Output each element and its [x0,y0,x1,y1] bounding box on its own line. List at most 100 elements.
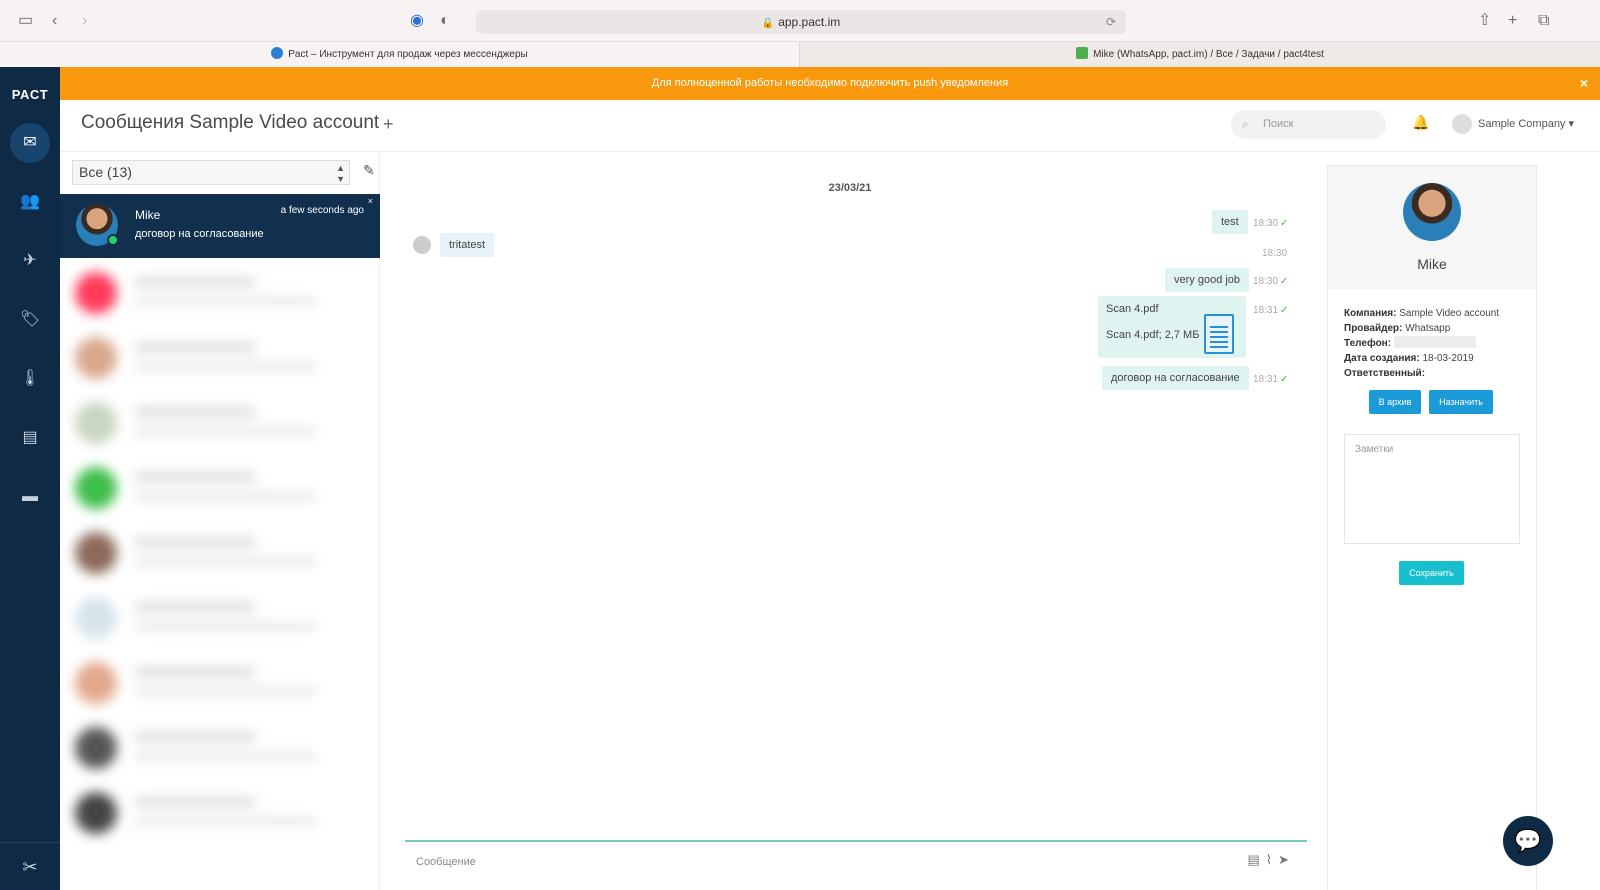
list-item[interactable] [60,325,374,390]
blurred-name [135,473,255,481]
blurred-name [135,343,255,351]
list-item[interactable] [60,390,374,455]
notes-placeholder: Заметки [1355,444,1394,455]
blurred-name [135,798,255,806]
attach-icon[interactable]: ⌇ [1266,852,1278,867]
billing-icon: ▬ [22,488,38,505]
left-navigation: PACT ✉ 👥 ✈ 🏷 🌡 ▤ ▬ ✂ [0,67,60,890]
avatar [75,337,117,379]
filter-value: Все (13) [79,164,132,180]
banner-text: Для полноценной работы необходимо подклю… [651,77,1009,89]
list-item[interactable] [60,260,374,325]
document-file-icon[interactable] [1204,314,1234,354]
nav-documents[interactable]: ▤ [0,418,60,458]
message-time: 18:31 ✓ [1253,305,1288,316]
blurred-name [135,733,255,741]
tab-pact[interactable]: Pact – Инструмент для продаж через мессе… [0,42,800,67]
bell-icon[interactable]: 🔔 [1412,114,1429,131]
forward-icon[interactable]: › [82,11,87,31]
search-input[interactable]: ⌕ Поиск [1231,110,1386,139]
list-item[interactable] [60,715,374,780]
avatar [75,727,117,769]
tab-overview-icon[interactable]: ⧉ [1538,11,1549,31]
nav-temperature[interactable]: 🌡 [0,359,60,399]
send-icon[interactable]: ➤ [1278,852,1295,867]
list-item[interactable] [60,650,374,715]
conversation-item-active[interactable]: Mike a few seconds ago договор на соглас… [60,194,380,258]
nav-messages[interactable]: ✉ [0,123,60,163]
blurred-name [135,668,255,676]
assign-button[interactable]: Назначить [1429,390,1493,414]
blurred-preview [135,623,315,630]
address-bar[interactable]: 🔒 app.pact.im ⟳ [476,10,1126,34]
created-value: 18-03-2019 [1422,353,1474,364]
conversation-list: Все (13) ▲ ▼ ✎ Mike a few seconds ago дог… [60,152,380,890]
provider-label: Провайдер: [1344,323,1403,334]
nav-billing[interactable]: ▬ [0,477,60,517]
conversation-filter-select[interactable]: Все (13) ▲ ▼ [72,160,350,185]
blurred-preview [135,363,315,370]
support-chat-icon[interactable]: 💬 [1503,816,1553,866]
message-incoming: tritatest [440,233,495,257]
tab-mike[interactable]: Mike (WhatsApp, pact.im) / Все / Задачи … [800,42,1600,67]
list-item[interactable] [60,585,374,650]
blurred-name [135,278,255,286]
avatar [75,532,117,574]
tools-icon: ✂ [22,857,38,877]
notes-field[interactable]: Заметки [1344,434,1520,544]
tab-title: Pact – Инструмент для продаж через мессе… [288,49,528,60]
blurred-name [135,603,255,611]
tab-bar: Pact – Инструмент для продаж через мессе… [0,42,1600,67]
list-item[interactable] [60,780,374,845]
user-menu[interactable]: Sample Company ▾ [1452,114,1574,135]
blurred-preview [135,298,315,305]
list-item[interactable] [60,455,374,520]
new-tab-icon[interactable]: + [1508,11,1517,31]
avatar [75,792,117,834]
shield-icon[interactable]: ◐ [440,11,450,31]
broadcast-icon: ✈ [23,252,37,269]
message-text: very good job [1174,274,1241,286]
nav-tags[interactable]: 🏷 [0,300,60,340]
nav-settings[interactable]: ✂ [0,842,60,890]
message-time: 18:30 ✓ [1253,276,1288,287]
time-text: 18:30 [1253,218,1279,229]
tab-title: Mike (WhatsApp, pact.im) / Все / Задачи … [1093,49,1324,60]
avatar [413,236,431,254]
list-item[interactable] [60,520,374,585]
phone-redacted [1393,336,1476,348]
avatar [75,402,117,444]
close-icon[interactable]: × [1580,67,1588,100]
date-separator: 23/03/21 [828,182,872,194]
contacts-icon: 👥 [20,193,40,210]
select-arrows-icon: ▲ ▼ [336,163,345,184]
url-text: app.pact.im [778,15,841,29]
password-manager-icon[interactable]: ◉ [410,11,424,31]
add-icon[interactable]: + [383,114,394,135]
company-value: Sample Video account [1399,308,1500,319]
avatar [1403,183,1461,241]
share-icon[interactable]: ⇧ [1478,11,1491,31]
pact-favicon-icon [271,47,284,59]
template-icon[interactable]: ▤ [1247,852,1265,867]
message-file[interactable]: Scan 4.pdf Scan 4.pdf; 2,7 МБ [1098,296,1246,358]
save-button[interactable]: Сохранить [1399,561,1464,585]
time-text: 18:31 [1253,305,1279,316]
nav-broadcast[interactable]: ✈ [0,241,60,281]
reload-icon[interactable]: ⟳ [1106,10,1116,34]
check-icon: ✓ [1280,218,1289,229]
lock-icon: 🔒 [761,18,775,29]
close-icon[interactable]: × [368,196,373,206]
nav-contacts[interactable]: 👥 [0,182,60,222]
compose-icon[interactable]: ✎ [363,162,375,179]
back-icon[interactable]: ‹ [52,11,57,31]
sidebar-toggle-icon[interactable]: ▭ [18,11,33,31]
archive-button[interactable]: В архив [1369,390,1421,414]
avatar [75,662,117,704]
search-placeholder: Поиск [1263,118,1294,130]
blurred-preview [135,818,315,825]
message-composer[interactable]: Сообщение ▤⌇➤ [405,840,1307,890]
message-time: 18:30 ✓ [1253,218,1288,229]
blurred-conversations [60,260,374,890]
message-outgoing: test [1212,210,1248,234]
